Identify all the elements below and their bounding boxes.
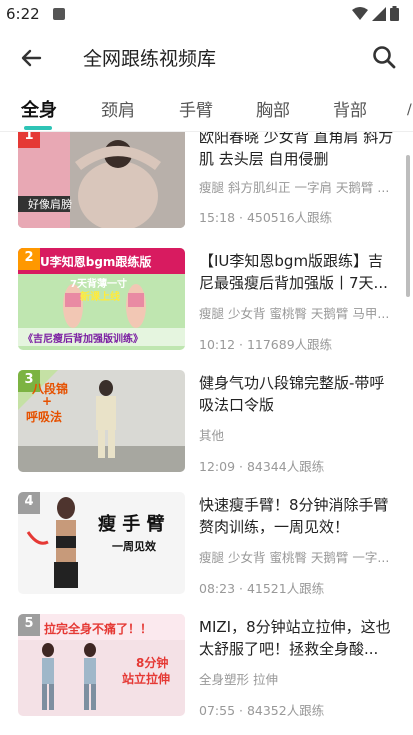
rank-badge: 1	[18, 132, 40, 148]
video-tags: 全身塑形 拉伸	[199, 672, 278, 687]
rank-badge: 4	[18, 492, 40, 514]
active-tab-indicator	[24, 126, 52, 130]
thumbnail-subcaption-2: 站立拉伸	[122, 672, 171, 686]
video-tags: 瘦腿 少女背 蜜桃臀 天鹅臂 马甲...	[199, 306, 390, 321]
video-thumbnail: 5 拉完全身不痛了！！ 8分钟 站立拉伸	[18, 614, 185, 716]
status-time: 6:22	[6, 5, 40, 23]
video-item[interactable]: 5 拉完全身不痛了！！ 8分钟 站立拉伸 MIZI，8分钟站立拉伸，这也太舒服了…	[0, 614, 413, 732]
status-icons	[352, 6, 399, 21]
video-tags: 瘦腿 少女背 蜜桃臀 天鹅臂 一字...	[199, 550, 390, 565]
signal-icon	[372, 6, 386, 21]
arrow-left-icon	[21, 49, 42, 67]
video-list: 1 好像肩膀 欧阳春晓 少女背 直角肩 斜方肌 去头层 自用侵删 瘦腿 斜方肌纠…	[0, 132, 413, 732]
status-bar: 6:22	[0, 0, 413, 30]
tab-full-body[interactable]: 全身	[21, 96, 57, 122]
video-title[interactable]: MIZI，8分钟站立拉伸，这也太舒服了吧！拯救全身酸...	[199, 616, 395, 660]
thumbnail-footer: 《吉尼瘦后背加强版训练》	[23, 334, 143, 345]
tab-back[interactable]: 背部	[333, 96, 367, 121]
video-meta: 10:12 · 117689人跟练	[199, 337, 333, 352]
thumbnail-subcaption: +	[42, 394, 53, 408]
video-thumbnail: 2 U李知恩bgm跟练版 7天背薄一寸 新课上线 《吉尼瘦后背加强版训练》	[18, 248, 185, 350]
video-meta: 08:23 · 41521人跟练	[199, 581, 325, 596]
thumbnail-subcaption: 8分钟	[136, 656, 169, 670]
video-tags: 其他	[199, 428, 225, 443]
wifi-icon	[352, 6, 368, 20]
battery-icon	[390, 6, 399, 21]
tab-arm[interactable]: 手臂	[179, 96, 213, 121]
search-button[interactable]	[369, 42, 399, 72]
rank-badge: 2	[18, 248, 40, 270]
thumbnail-image	[18, 492, 185, 594]
video-meta: 07:55 · 84352人跟练	[199, 703, 325, 718]
thumbnail-caption: 拉完全身不痛了！！	[44, 622, 153, 636]
video-meta: 12:09 · 84344人跟练	[199, 459, 325, 474]
tab-chest[interactable]: 胸部	[256, 96, 290, 121]
video-thumbnail: 3 八段锦 + 呼吸法	[18, 370, 185, 472]
notification-icon	[53, 8, 65, 20]
thumbnail-subcaption-2: 新课上线	[80, 292, 120, 303]
tab-more-indicator: /	[407, 102, 412, 118]
thumbnail-caption: U李知恩bgm跟练版	[40, 255, 152, 269]
video-title[interactable]: 健身气功八段锦完整版-带呼吸法口令版	[199, 372, 395, 416]
category-tabs: 全身 颈肩 手臂 胸部 背部 /	[0, 88, 413, 132]
top-bar: 全网跟练视频库	[0, 30, 413, 84]
video-item[interactable]: 3 八段锦 + 呼吸法 健身气功八段锦完整版-带呼吸法口令版 其他 12:09 …	[0, 370, 413, 490]
thumbnail-subcaption-2: 呼吸法	[26, 410, 63, 424]
video-tags: 瘦腿 斜方肌纠正 一字肩 天鹅臂 ...	[199, 180, 390, 195]
video-title[interactable]: 快速瘦手臂！8分钟消除手臂赘肉训练，一周见效！（MI...	[199, 494, 395, 538]
video-title[interactable]: 欧阳春晓 少女背 直角肩 斜方肌 去头层 自用侵删	[199, 132, 395, 170]
video-meta: 15:18 · 450516人跟练	[199, 210, 333, 225]
video-thumbnail: 1 好像肩膀	[18, 132, 185, 228]
rank-badge: 5	[18, 614, 40, 636]
thumbnail-image	[18, 132, 185, 228]
video-item[interactable]: 1 好像肩膀 欧阳春晓 少女背 直角肩 斜方肌 去头层 自用侵删 瘦腿 斜方肌纠…	[0, 132, 413, 240]
video-title[interactable]: 【IU李知恩bgm版跟练】吉尼最强瘦后背加强版丨7天...	[199, 250, 395, 294]
video-item[interactable]: 4 瘦 手 臂 一周见效 快速瘦手臂！8分钟消除手臂赘肉训练，一周见效！（MI.…	[0, 492, 413, 612]
tab-neck-shoulder[interactable]: 颈肩	[101, 96, 135, 121]
search-icon	[373, 46, 396, 69]
thumbnail-caption: 瘦 手 臂	[98, 514, 165, 535]
video-thumbnail: 4 瘦 手 臂 一周见效	[18, 492, 185, 594]
video-item[interactable]: 2 U李知恩bgm跟练版 7天背薄一寸 新课上线 《吉尼瘦后背加强版训练》 【I…	[0, 248, 413, 368]
thumbnail-caption: 好像肩膀	[28, 198, 72, 211]
page-title[interactable]: 全网跟练视频库	[83, 44, 216, 71]
scrollbar[interactable]	[406, 155, 410, 297]
back-button[interactable]	[18, 44, 46, 72]
thumbnail-subcaption: 一周见效	[112, 540, 156, 553]
